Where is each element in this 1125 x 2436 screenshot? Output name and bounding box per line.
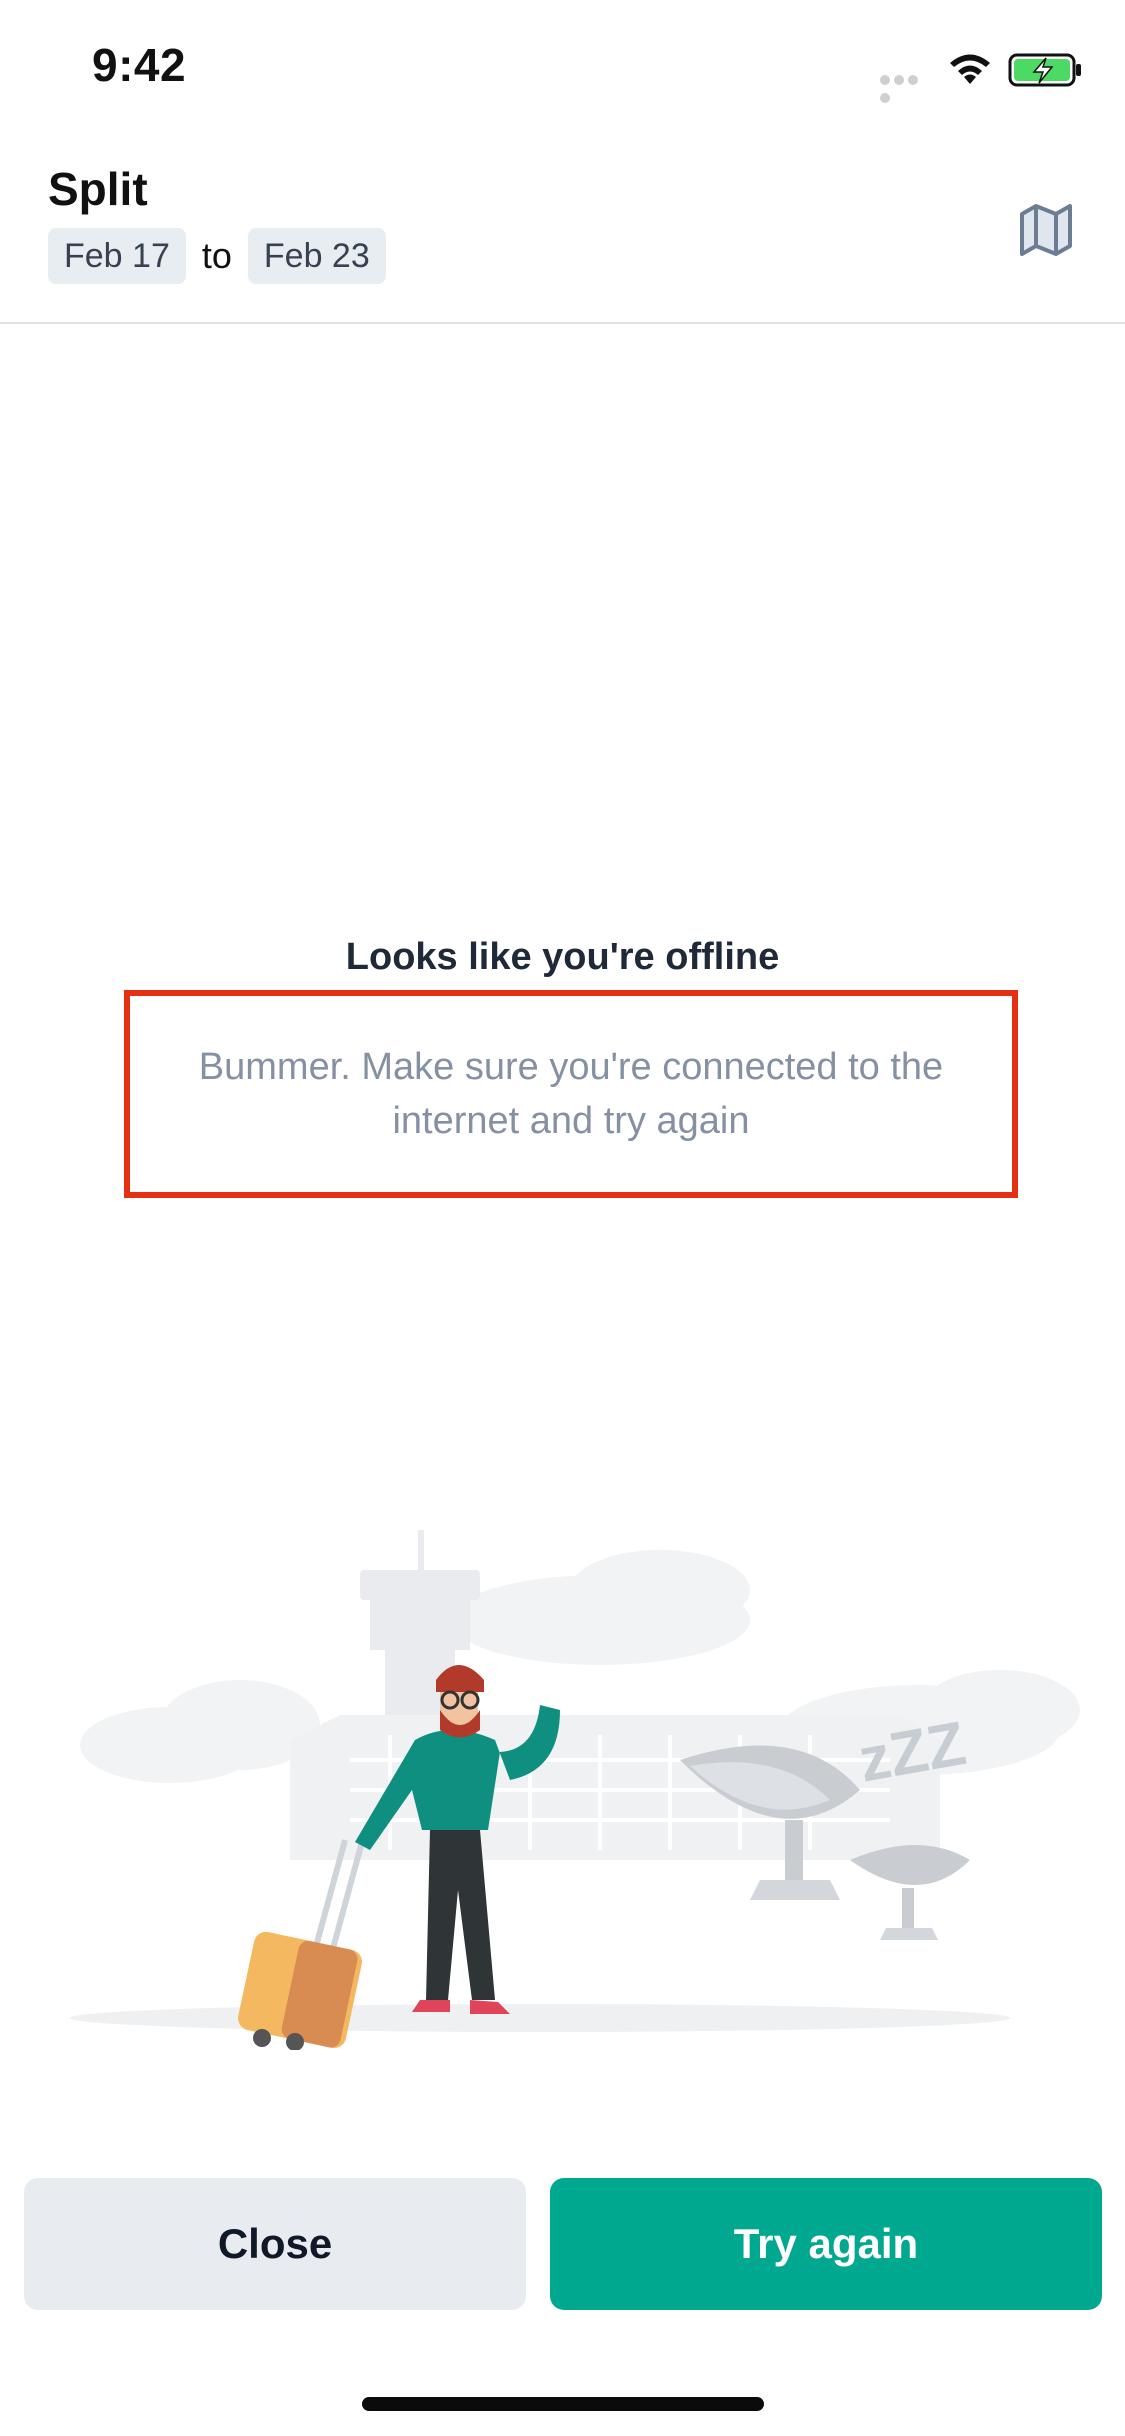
date-range: Feb 17 to Feb 23 <box>48 228 386 284</box>
offline-message: Bummer. Make sure you're connected to th… <box>198 1046 944 1142</box>
status-time: 9:42 <box>92 39 187 91</box>
cellular-signal-icon <box>880 72 934 103</box>
suitcase-shape <box>238 1839 365 2050</box>
satellite-dish-small-shape <box>850 1845 970 1940</box>
ground-shadow <box>70 2004 1010 2032</box>
wifi-icon <box>950 54 990 84</box>
home-indicator[interactable] <box>362 2397 764 2411</box>
offline-title: Looks like you're offline <box>345 936 780 978</box>
start-date-chip[interactable]: Feb 17 <box>48 228 186 284</box>
trip-header: Split Feb 17 to Feb 23 <box>0 130 1125 324</box>
close-button[interactable]: Close <box>24 2178 526 2310</box>
date-separator: to <box>201 235 232 276</box>
status-bar: 9:42 <box>0 0 1125 130</box>
city-title: Split <box>48 163 148 215</box>
map-icon[interactable] <box>1016 200 1076 260</box>
offline-traveler-illustration: zZZ <box>70 1530 1080 2050</box>
offline-message-highlight: Bummer. Make sure you're connected to th… <box>124 990 1018 1198</box>
end-date-chip[interactable]: Feb 23 <box>247 228 386 284</box>
try-again-button[interactable]: Try again <box>550 2178 1102 2310</box>
battery-charging-icon <box>1008 53 1081 87</box>
